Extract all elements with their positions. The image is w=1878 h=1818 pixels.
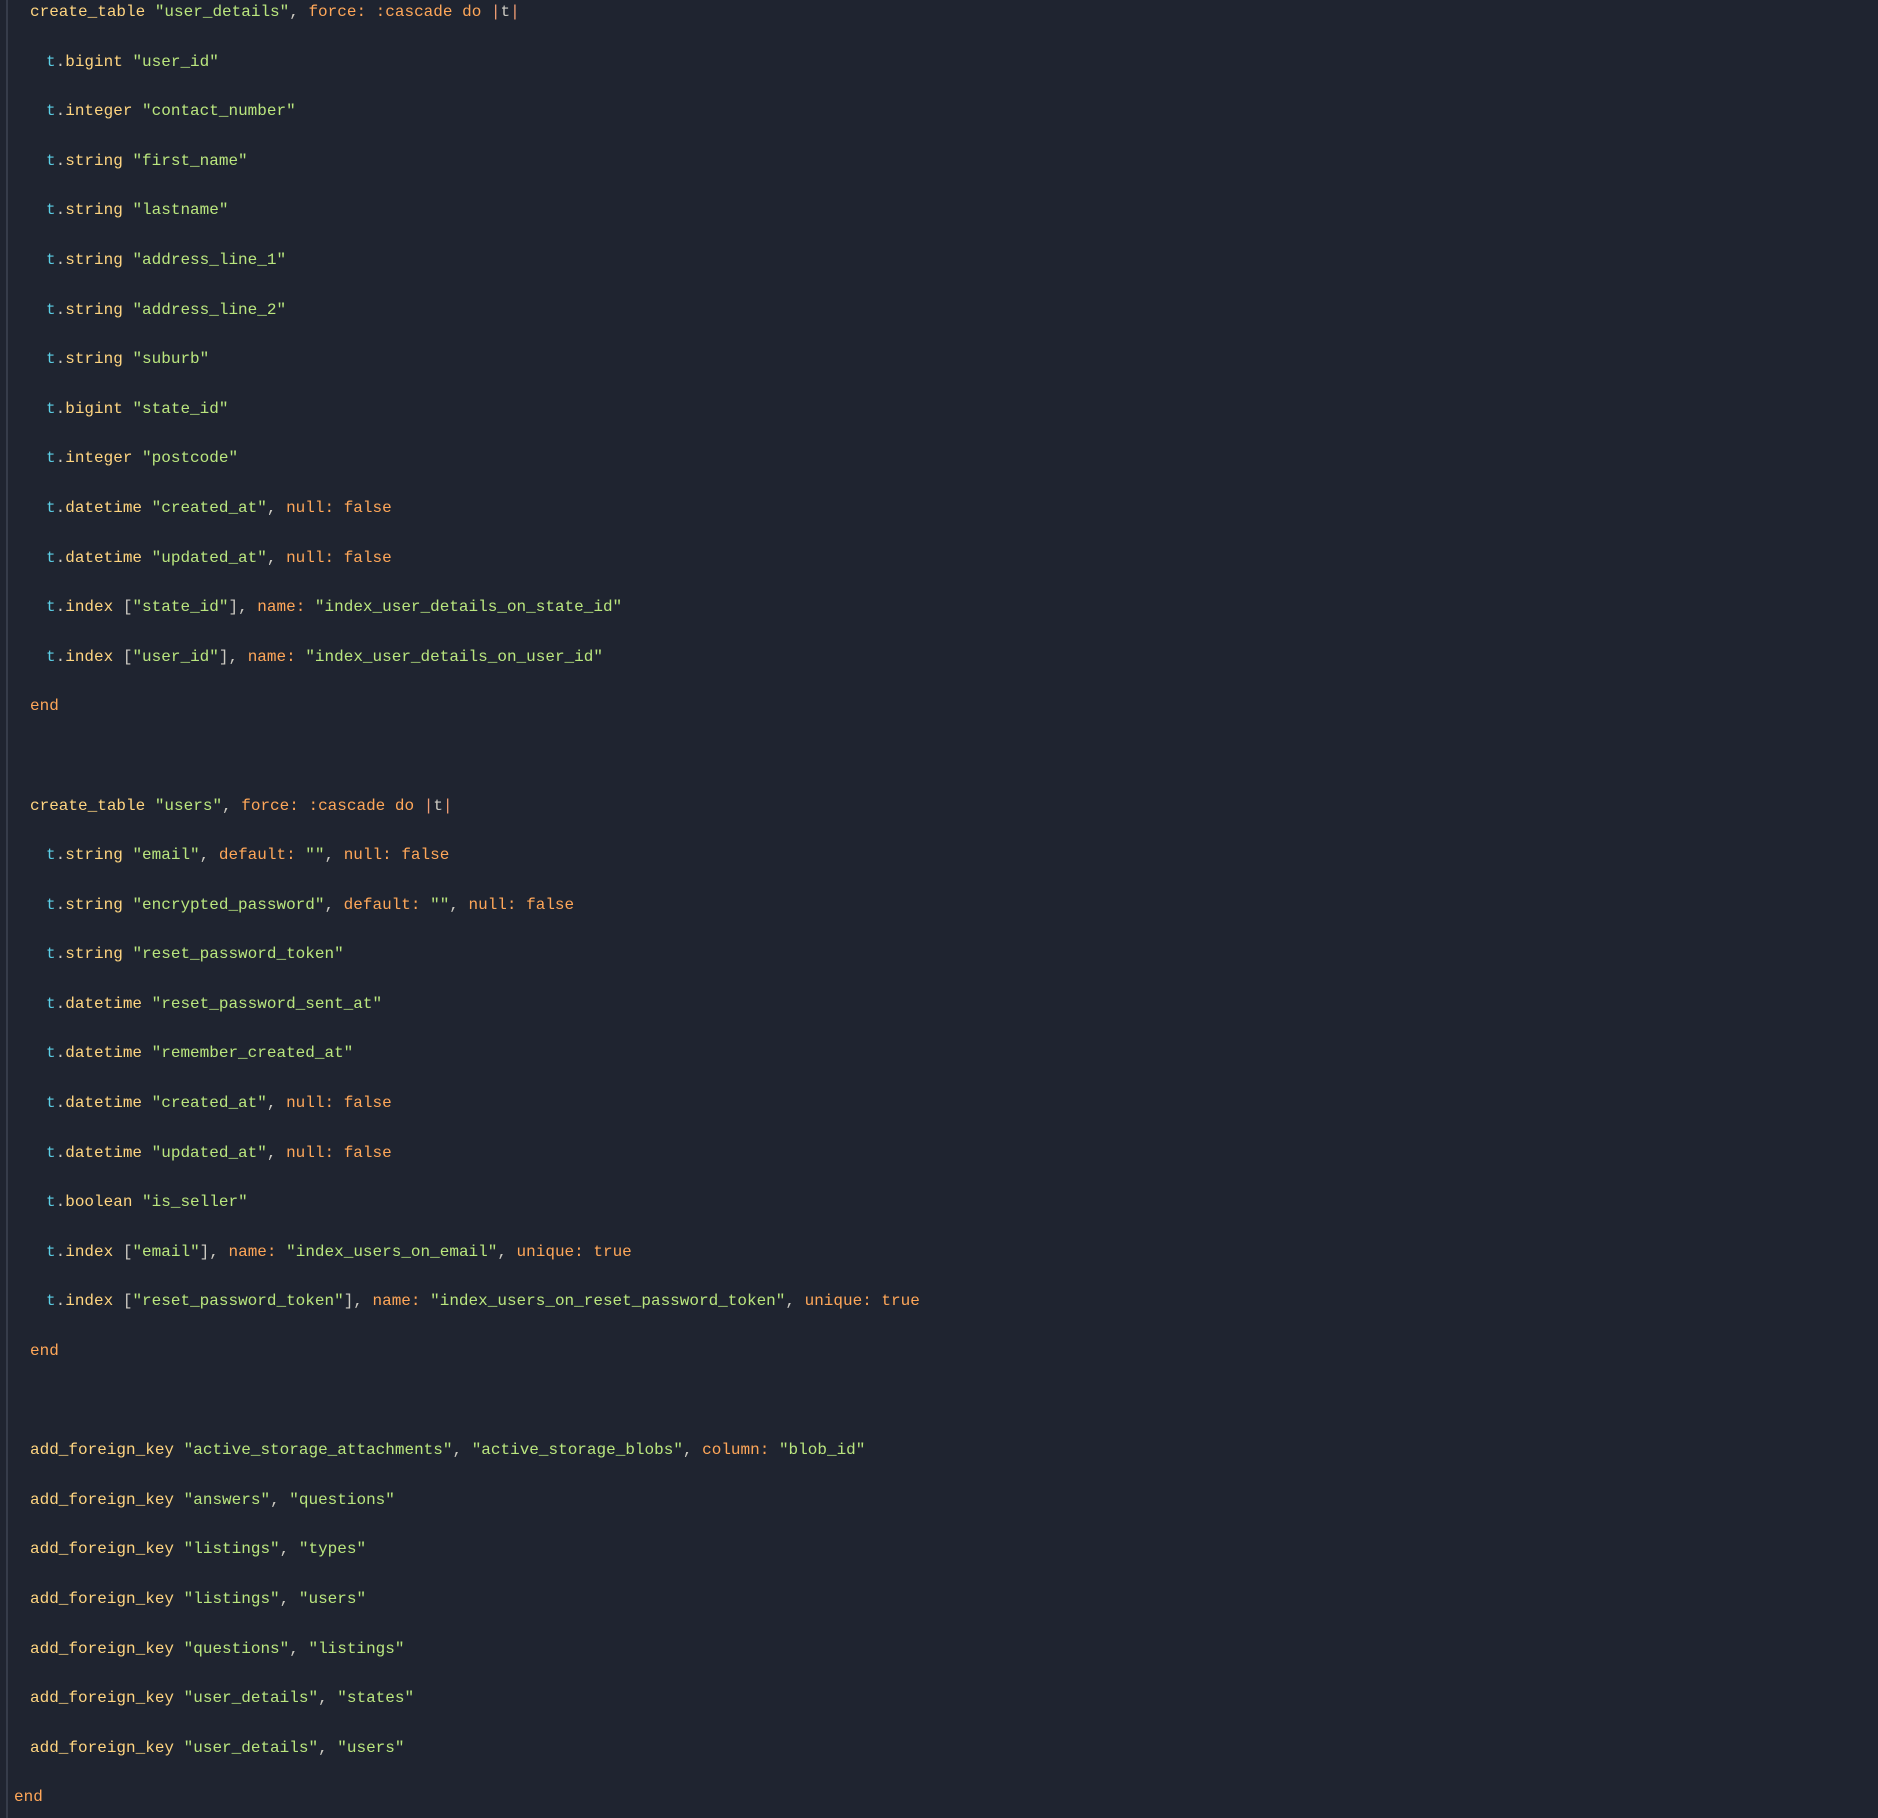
code-line: add_foreign_key "user_details", "states" — [12, 1686, 920, 1711]
code-line: add_foreign_key "answers", "questions" — [12, 1488, 920, 1513]
code-line: t.bigint "user_id" — [12, 50, 920, 75]
code-editor[interactable]: create_table "user_details", force: :cas… — [0, 0, 1878, 1818]
token-fn: create_table — [30, 3, 145, 21]
code-line: t.bigint "state_id" — [12, 397, 920, 422]
code-line: t.integer "postcode" — [12, 446, 920, 471]
code-line: end — [12, 1785, 920, 1810]
code-block[interactable]: create_table "user_details", force: :cas… — [12, 0, 920, 1818]
code-line: t.datetime "remember_created_at" — [12, 1041, 920, 1066]
code-line: t.string "encrypted_password", default: … — [12, 893, 920, 918]
code-line: add_foreign_key "listings", "types" — [12, 1537, 920, 1562]
code-line: create_table "users", force: :cascade do… — [12, 794, 920, 819]
code-line: t.datetime "created_at", null: false — [12, 496, 920, 521]
blank-line — [12, 744, 920, 769]
token-keyword: end — [14, 1788, 43, 1806]
code-line: add_foreign_key "user_details", "users" — [12, 1736, 920, 1761]
token-symbol: :cascade — [376, 3, 453, 21]
code-line: t.string "first_name" — [12, 149, 920, 174]
code-line: end — [12, 1339, 920, 1364]
code-line: add_foreign_key "listings", "users" — [12, 1587, 920, 1612]
code-line: t.string "address_line_2" — [12, 298, 920, 323]
token-string: "user_details" — [155, 3, 289, 21]
blank-line — [12, 1389, 920, 1414]
token-param: force: — [308, 3, 366, 21]
code-line: add_foreign_key "questions", "listings" — [12, 1637, 920, 1662]
code-line: t.string "lastname" — [12, 198, 920, 223]
code-line: t.index ["state_id"], name: "index_user_… — [12, 595, 920, 620]
code-line: t.datetime "created_at", null: false — [12, 1091, 920, 1116]
token-pipe: | — [510, 3, 520, 21]
code-line: t.index ["email"], name: "index_users_on… — [12, 1240, 920, 1265]
code-line: t.string "address_line_1" — [12, 248, 920, 273]
token-var: t — [501, 3, 511, 21]
code-line: t.index ["reset_password_token"], name: … — [12, 1289, 920, 1314]
code-line: t.string "reset_password_token" — [12, 942, 920, 967]
code-line: t.string "suburb" — [12, 347, 920, 372]
token-keyword: do — [462, 3, 481, 21]
code-line: end — [12, 694, 920, 719]
code-line: t.string "email", default: "", null: fal… — [12, 843, 920, 868]
code-line: t.integer "contact_number" — [12, 99, 920, 124]
code-line: t.datetime "updated_at", null: false — [12, 546, 920, 571]
code-line: t.boolean "is_seller" — [12, 1190, 920, 1215]
token-punct: , — [289, 3, 308, 21]
code-line: t.datetime "updated_at", null: false — [12, 1141, 920, 1166]
code-line: t.index ["user_id"], name: "index_user_d… — [12, 645, 920, 670]
code-line: t.datetime "reset_password_sent_at" — [12, 992, 920, 1017]
token-pipe: | — [491, 3, 501, 21]
token-keyword: end — [30, 697, 59, 715]
code-line: create_table "user_details", force: :cas… — [12, 0, 920, 25]
code-line: add_foreign_key "active_storage_attachme… — [12, 1438, 920, 1463]
